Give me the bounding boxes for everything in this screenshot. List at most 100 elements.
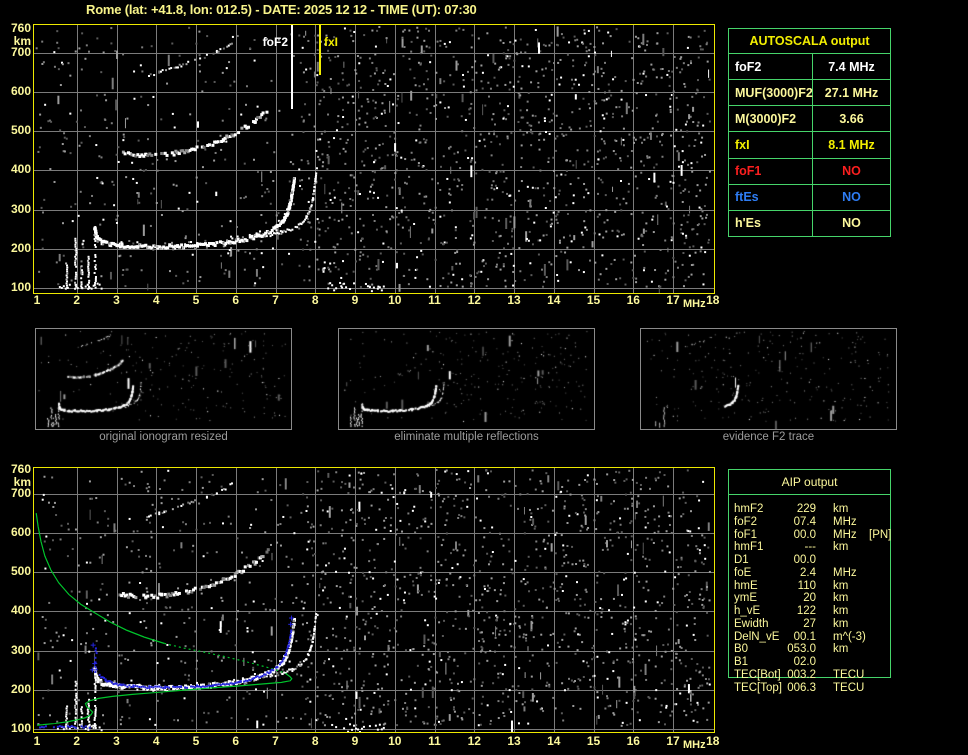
aip-unit: MHz — [833, 515, 857, 528]
aip-unit — [833, 656, 869, 669]
thumbnail-caption-original: original ionogram resized — [99, 431, 228, 443]
y-tick-label-top: 200 — [10, 241, 31, 255]
aip-row-hmF1: hmF1 --- km — [728, 541, 898, 554]
y-tick-label-top: 300 — [10, 202, 31, 216]
x-tick-label-top: 12 — [467, 293, 481, 307]
aip-value: --- — [804, 541, 817, 554]
aip-label: Ewidth — [734, 617, 769, 630]
y-tick-label-bottom: 400 — [10, 603, 31, 617]
aip-note — [869, 605, 898, 618]
aip-row-h_vE: h_vE 122 km — [728, 605, 898, 618]
x-tick-label-top: 18 — [706, 293, 720, 307]
aip-note — [869, 643, 898, 656]
aip-value: 003.2 — [787, 668, 816, 681]
aip-value: 00.0 — [793, 554, 816, 566]
y-tick-label-bottom: 300 — [10, 643, 31, 657]
top-ionogram-canvas — [33, 24, 715, 294]
aip-label: foF1 — [734, 528, 758, 541]
x-tick-label-bottom: 7 — [272, 734, 279, 748]
aip-value: 229 — [796, 503, 816, 515]
aip-note — [869, 682, 898, 695]
aip-label: hmF2 — [734, 503, 764, 515]
x-tick-label-top: 7 — [272, 293, 279, 307]
aip-row-foF2: foF2 07.4 MHz — [728, 516, 898, 529]
thumbnail-original-ionogram — [35, 328, 292, 430]
x-tick-label-top: 15 — [586, 293, 601, 307]
x-tick-label-top: 14 — [547, 293, 561, 307]
aip-row-foF1: foF1 00.0 MHz [PN] — [728, 529, 898, 542]
x-tick-label-bottom: 2 — [73, 734, 81, 748]
y-tick-label-bottom: 600 — [10, 525, 31, 539]
aip-note — [869, 554, 898, 567]
x-tick-label-top: 6 — [232, 293, 240, 307]
aip-label: TEC[Top] — [734, 681, 782, 694]
x-tick-label-bottom: 14 — [547, 734, 561, 748]
aip-table-header: AIP output — [729, 470, 890, 495]
x-tick-label-bottom: 1 — [33, 734, 41, 748]
x-tick-label-bottom: 4 — [152, 734, 160, 748]
x-tick-label-top: 9 — [351, 293, 359, 307]
aip-unit: km — [833, 503, 849, 515]
aip-label: hmF1 — [734, 541, 764, 554]
x-tick-label-bottom: 12 — [467, 734, 481, 748]
aip-value: 053.0 — [787, 643, 816, 656]
aip-unit: MHz — [833, 566, 857, 579]
y-tick-label-top: 500 — [10, 123, 31, 137]
y-tick-label-bottom: 200 — [10, 682, 31, 696]
x-tick-label-top: 17 — [666, 293, 680, 307]
aip-value: 02.0 — [793, 656, 816, 668]
autoscala-row-fxI: fxI 8.1 MHz — [729, 131, 890, 158]
aip-row-hmF2: hmF2 229 km — [728, 503, 898, 516]
autoscala-row-ftEs: ftEs NO — [729, 183, 890, 210]
autoscala-table-body: foF2 7.4 MHz MUF(3000)F2 27.1 MHz M(3000)F2 3… — [729, 54, 890, 236]
x-tick-label-bottom: 9 — [351, 734, 359, 748]
aip-unit: TECU — [833, 681, 865, 694]
aip-unit: km — [833, 541, 849, 554]
autoscala-row-value: NO — [842, 190, 861, 205]
autoscala-row-value: NO — [842, 164, 861, 179]
aip-row-foE: foE 2.4 MHz — [728, 567, 898, 580]
autoscala-row-label: M(3000)F2 — [729, 106, 813, 132]
autoscala-row-value: 3.66 — [839, 111, 864, 126]
aip-label: DelN_vE — [734, 630, 780, 643]
aip-note: [PN] — [869, 528, 892, 541]
x-tick-label-bottom: 8 — [311, 734, 319, 748]
x-tick-label-top: 3 — [113, 293, 120, 307]
aip-row-B1: B1 02.0 — [728, 656, 898, 669]
autoscala-row-label: foF2 — [729, 54, 813, 80]
x-tick-label-bottom: 16 — [626, 734, 640, 748]
autoscala-row-label: fxI — [729, 132, 813, 158]
aip-note — [869, 516, 898, 529]
y-axis-unit-top: km — [13, 34, 31, 48]
aip-label: foE — [734, 566, 752, 579]
x-tick-label-bottom: 17 — [666, 734, 680, 748]
x-tick-label-top: 16 — [626, 293, 640, 307]
autoscala-row-M(3000)F2: M(3000)F2 3.66 — [729, 105, 890, 132]
aip-label: B0 — [734, 643, 749, 656]
aip-row-B0: B0 053.0 km — [728, 643, 898, 656]
x-tick-label-top: 4 — [152, 293, 160, 307]
x-tick-label-top: 2 — [73, 293, 81, 307]
x-tick-label-top: 13 — [507, 293, 521, 307]
thumbnail-caption-eliminate: eliminate multiple reflections — [394, 431, 539, 443]
autoscala-row-MUF(3000)F2: MUF(3000)F2 27.1 MHz — [729, 79, 890, 106]
autoscala-row-label: h'Es — [729, 210, 813, 236]
aip-row-TEC[Bot]: TEC[Bot] 003.2 TECU — [728, 669, 898, 682]
aip-label: foF2 — [734, 515, 758, 528]
aip-value: 27 — [803, 617, 816, 630]
aip-note — [869, 541, 898, 554]
x-tick-label-bottom: 6 — [232, 734, 240, 748]
aip-row-Ewidth: Ewidth 27 km — [728, 618, 898, 631]
aip-note — [869, 669, 898, 682]
x-tick-label-bottom: 18 — [706, 734, 720, 748]
autoscala-row-value: 27.1 MHz — [824, 85, 879, 100]
autoscala-row-value: 8.1 MHz — [828, 137, 875, 152]
autoscala-app-window: Rome (lat: +41.8, lon: 012.5) - DATE: 20… — [0, 0, 968, 755]
autoscala-row-label: ftEs — [729, 184, 813, 210]
aip-label: D1 — [734, 554, 749, 566]
aip-unit: MHz — [833, 528, 857, 541]
aip-row-ymE: ymE 20 km — [728, 592, 898, 605]
aip-note — [869, 567, 898, 580]
aip-label: TEC[Bot] — [734, 668, 781, 681]
x-tick-label-bottom: 15 — [586, 734, 601, 748]
